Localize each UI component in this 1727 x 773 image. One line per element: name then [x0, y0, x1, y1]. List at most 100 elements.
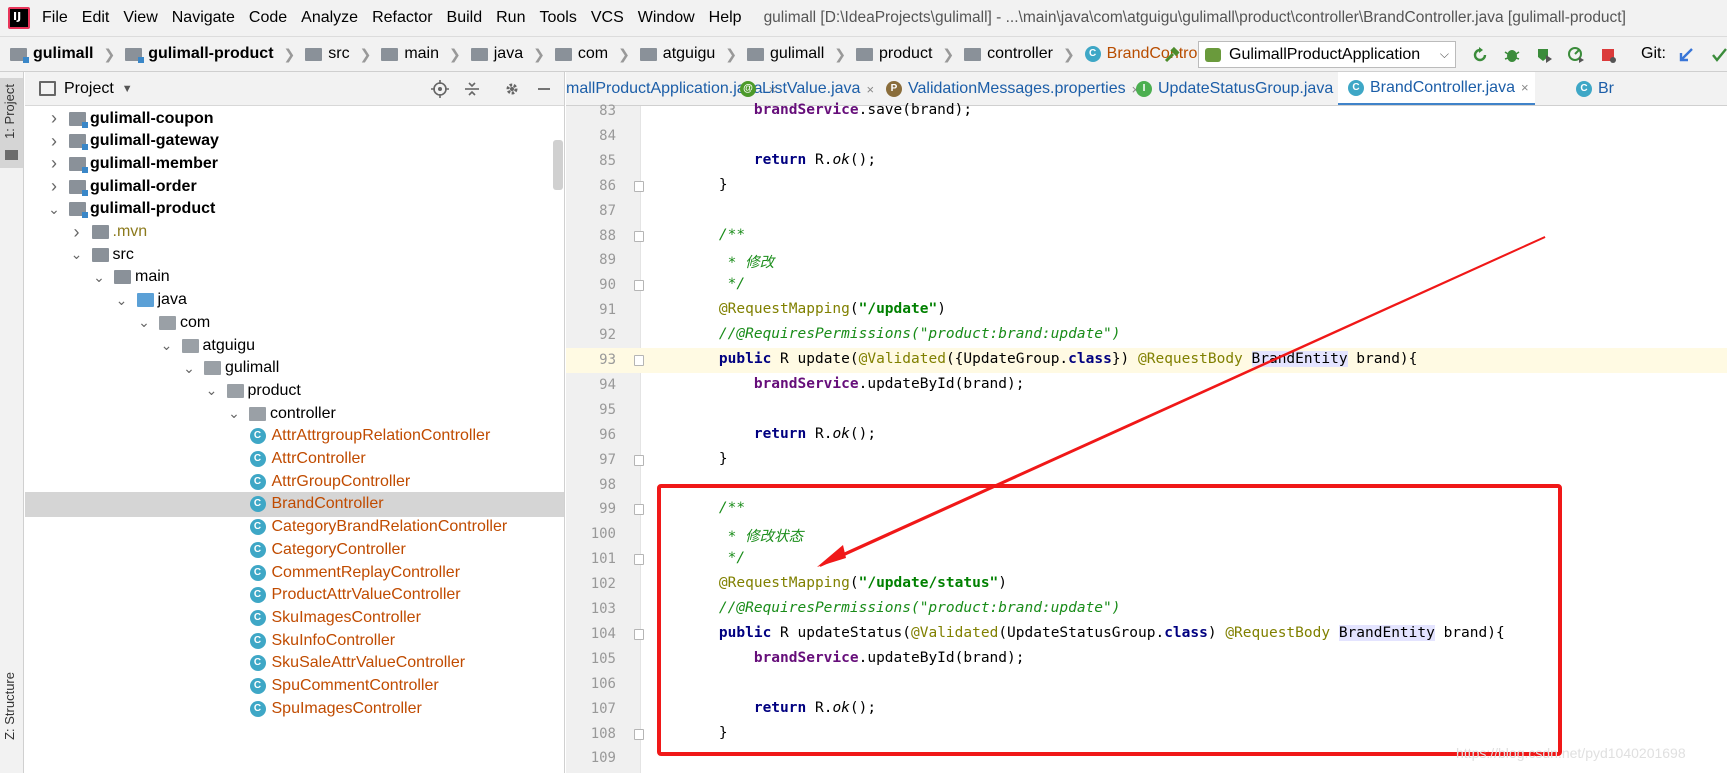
menu-window[interactable]: Window	[638, 9, 695, 27]
editor-tab[interactable]: C BrandController.java ×	[1338, 72, 1535, 105]
tree-item-folder[interactable]: ⌄ main	[25, 265, 564, 290]
editor-tab[interactable]: @ ListValue.java ×	[730, 72, 880, 105]
menu-navigate[interactable]: Navigate	[172, 9, 235, 27]
chevron-down-icon[interactable]: ⌄	[137, 314, 151, 331]
fold-marker-icon[interactable]	[634, 728, 644, 740]
git-commit-icon[interactable]	[1710, 46, 1727, 64]
menu-build[interactable]: Build	[447, 9, 483, 27]
menu-code[interactable]: Code	[249, 9, 287, 27]
tree-item-class[interactable]: C AttrController	[25, 447, 564, 472]
rerun-icon[interactable]	[1471, 46, 1489, 64]
project-panel-title[interactable]: Project	[64, 80, 114, 98]
editor-tab[interactable]: PValidationMessages.properties×	[876, 72, 1145, 105]
menu-help[interactable]: Help	[709, 9, 742, 27]
fold-marker-icon[interactable]	[634, 504, 644, 516]
tree-item-package[interactable]: ⌄ atguigu	[25, 333, 564, 358]
tree-item-class[interactable]: C SpuCommentController	[25, 674, 564, 699]
fold-marker-icon[interactable]	[634, 628, 644, 640]
tree-item-module[interactable]: › gulimall-gateway	[25, 129, 564, 154]
chevron-right-icon[interactable]: ›	[70, 222, 84, 243]
chevron-right-icon[interactable]: ›	[47, 131, 61, 152]
tree-item-folder[interactable]: › .mvn	[25, 220, 564, 245]
tree-item-class[interactable]: C BrandController	[25, 491, 564, 517]
chevron-down-icon[interactable]: ⌄	[227, 405, 241, 422]
chevron-down-icon[interactable]: ⌄	[160, 337, 174, 354]
tree-item-class[interactable]: C SkuSaleAttrValueController	[25, 651, 564, 676]
tree-item-class[interactable]: C SkuInfoController	[25, 628, 564, 653]
fold-marker-icon[interactable]	[634, 230, 644, 242]
breadcrumb-item-java[interactable]: java ❯	[470, 45, 545, 63]
tree-item-label: CategoryBrandRelationController	[271, 518, 508, 536]
structure-tool-tab[interactable]: Z: Structure	[0, 672, 23, 772]
tree-item-class[interactable]: C SpuImagesController	[25, 696, 564, 721]
chevron-down-icon[interactable]: ⌄	[92, 269, 106, 286]
profiler-icon[interactable]	[1567, 46, 1585, 64]
tree-item-module[interactable]: › gulimall-order	[25, 174, 564, 199]
tree-item-class[interactable]: C AttrGroupController	[25, 469, 564, 494]
tree-item-package[interactable]: ⌄ product	[25, 378, 564, 403]
breadcrumb-item-gulimall[interactable]: gulimall ❯	[10, 45, 115, 63]
collapse-all-icon[interactable]	[463, 80, 481, 98]
fold-marker-icon[interactable]	[634, 554, 644, 566]
menu-edit[interactable]: Edit	[82, 9, 110, 27]
editor-tab[interactable]: C Br	[1566, 72, 1620, 105]
tree-item-class[interactable]: C CategoryBrandRelationController	[25, 515, 564, 540]
hide-minus-icon[interactable]	[535, 80, 553, 98]
breadcrumb-item-gulimall[interactable]: gulimall ❯	[747, 45, 846, 63]
tree-item-package[interactable]: ⌄ com	[25, 310, 564, 335]
menu-tools[interactable]: Tools	[539, 9, 576, 27]
tree-item-class[interactable]: C ProductAttrValueController	[25, 583, 564, 608]
stop-icon[interactable]	[1599, 46, 1617, 64]
tree-item-module[interactable]: ⌄ gulimall-product	[25, 197, 564, 222]
class-icon: C	[249, 700, 266, 717]
menu-file[interactable]: File	[42, 9, 68, 27]
run-configuration-select[interactable]: GulimallProductApplication ⌵	[1198, 41, 1456, 68]
tree-item-class[interactable]: C CommentReplayController	[25, 560, 564, 585]
chevron-right-icon[interactable]: ›	[47, 176, 61, 197]
breadcrumb-item-com[interactable]: com ❯	[554, 45, 630, 63]
breadcrumb-item-gulimall-product[interactable]: gulimall-product ❯	[125, 45, 295, 63]
run-with-coverage-icon[interactable]	[1535, 46, 1553, 64]
menu-run[interactable]: Run	[496, 9, 525, 27]
close-icon[interactable]: ×	[866, 82, 874, 97]
gear-icon[interactable]	[503, 80, 521, 98]
tree-item-class[interactable]: C SkuImagesController	[25, 605, 564, 630]
close-icon[interactable]: ×	[1521, 80, 1529, 95]
build-hammer-icon[interactable]	[1163, 46, 1181, 64]
chevron-down-icon[interactable]: ⌄	[115, 292, 129, 309]
chevron-right-icon[interactable]: ›	[47, 153, 61, 174]
tree-item-folder[interactable]: ⌄ src	[25, 242, 564, 267]
locate-target-icon[interactable]	[431, 80, 449, 98]
tree-item-class[interactable]: C CategoryController	[25, 537, 564, 562]
menu-vcs[interactable]: VCS	[591, 9, 624, 27]
tree-item-class[interactable]: C AttrAttrgroupRelationController	[25, 424, 564, 449]
menu-refactor[interactable]: Refactor	[372, 9, 432, 27]
fold-marker-icon[interactable]	[634, 180, 644, 192]
breadcrumb-item-main[interactable]: main ❯	[381, 45, 461, 63]
git-update-icon[interactable]	[1678, 46, 1696, 64]
tree-scrollbar[interactable]	[553, 140, 563, 190]
breadcrumb-item-atguigu[interactable]: atguigu ❯	[639, 45, 737, 63]
fold-marker-icon[interactable]	[634, 280, 644, 292]
breadcrumb-item-product[interactable]: product ❯	[856, 45, 954, 63]
fold-marker-icon[interactable]	[634, 454, 644, 466]
breadcrumb-item-src[interactable]: src ❯	[305, 45, 371, 63]
tree-item-module[interactable]: › gulimall-coupon	[25, 106, 564, 131]
chevron-right-icon[interactable]: ›	[47, 108, 61, 129]
project-tool-tab[interactable]: 1: Project	[0, 78, 23, 168]
tree-item-package[interactable]: ⌄ controller	[25, 401, 564, 426]
chevron-down-icon[interactable]: ▼	[122, 83, 133, 95]
menu-view[interactable]: View	[123, 9, 157, 27]
debug-bug-icon[interactable]	[1503, 46, 1521, 64]
tree-item-package[interactable]: ⌄ gulimall	[25, 356, 564, 381]
fold-marker-icon[interactable]	[634, 355, 644, 366]
chevron-down-icon[interactable]: ⌄	[70, 246, 84, 263]
tree-item-source[interactable]: ⌄ java	[25, 288, 564, 313]
menu-analyze[interactable]: Analyze	[301, 9, 358, 27]
breadcrumb-item-controller[interactable]: controller ❯	[964, 45, 1075, 63]
chevron-down-icon[interactable]: ⌄	[47, 201, 61, 218]
tree-item-module[interactable]: › gulimall-member	[25, 151, 564, 176]
chevron-down-icon[interactable]: ⌄	[182, 360, 196, 377]
editor-tab[interactable]: IUpdateStatusGroup.java×	[1126, 72, 1353, 105]
chevron-down-icon[interactable]: ⌄	[205, 382, 219, 399]
